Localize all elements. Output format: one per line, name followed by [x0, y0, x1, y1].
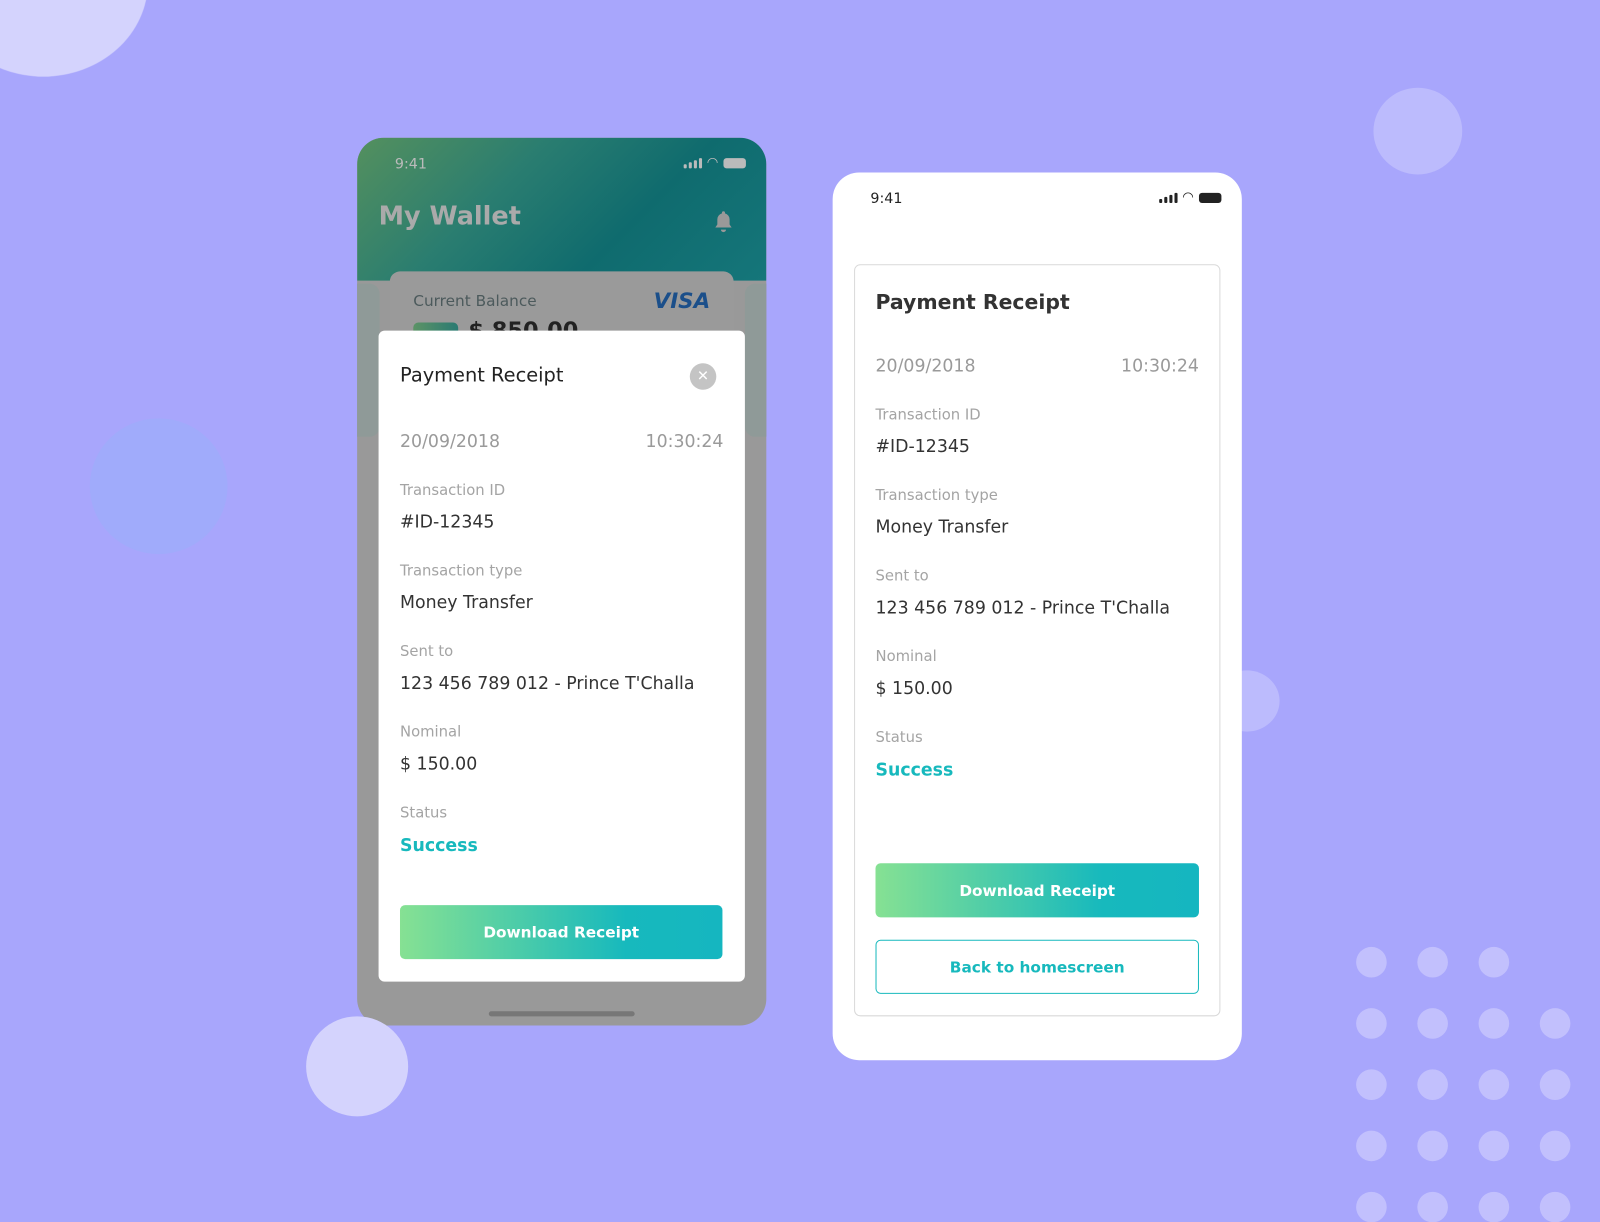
- close-icon: ✕: [697, 368, 710, 385]
- decor-circle: [89, 418, 228, 555]
- home-indicator: [488, 1011, 635, 1017]
- decor-dot: [1478, 1130, 1510, 1162]
- wifi-icon: ◠: [1182, 189, 1194, 206]
- receipt-modal: Payment Receipt ✕ 20/09/2018 10:30:24 Tr…: [378, 330, 745, 982]
- download-receipt-button[interactable]: Download Receipt: [875, 863, 1199, 918]
- status-icons: ◠: [1158, 189, 1222, 206]
- transaction-id-label: Transaction ID: [875, 407, 981, 424]
- nominal-label: Nominal: [399, 724, 462, 741]
- decor-circle: [306, 1016, 409, 1117]
- decor-circle: [1373, 87, 1463, 175]
- decor-dot: [1417, 1069, 1448, 1100]
- decor-dot: [1356, 1191, 1387, 1222]
- decor-dot: [1539, 1130, 1571, 1162]
- receipt-time: 10:30:24: [645, 431, 724, 453]
- decor-dot: [1478, 1191, 1510, 1222]
- decor-dot: [1478, 1069, 1510, 1100]
- status-label: Status: [875, 729, 923, 746]
- decor-dot: [1417, 1191, 1448, 1222]
- decor-dot: [1356, 1130, 1387, 1162]
- receipt-time: 10:30:24: [1121, 356, 1199, 377]
- transaction-id-label: Transaction ID: [399, 482, 506, 499]
- sent-to-label: Sent to: [399, 643, 454, 661]
- decor-dot: [1417, 1008, 1448, 1039]
- header-title: My Wallet: [378, 201, 521, 231]
- decor-dot: [1478, 1008, 1510, 1039]
- receipt-date: 20/09/2018: [875, 356, 976, 377]
- decor-dot: [1417, 946, 1448, 978]
- download-receipt-button[interactable]: Download Receipt: [399, 905, 723, 960]
- status-value: Success: [875, 760, 954, 781]
- transaction-id-value: #ID-12345: [399, 512, 495, 533]
- side-card-left: [357, 283, 380, 437]
- wifi-icon: ◠: [706, 155, 719, 171]
- visa-logo: VISA: [653, 288, 711, 314]
- signal-icon: [683, 158, 702, 169]
- decor-dot: [1417, 1130, 1448, 1162]
- decor-dot: [1356, 1008, 1387, 1039]
- sent-to-label: Sent to: [875, 568, 929, 585]
- status-label: Status: [399, 805, 448, 822]
- transaction-type-value: Money Transfer: [399, 592, 533, 614]
- receipt-date: 20/09/2018: [399, 431, 500, 453]
- balance-label: Current Balance: [413, 291, 537, 311]
- decor-dot: [1356, 946, 1387, 978]
- receipt-title: Payment Receipt: [875, 289, 1070, 315]
- back-to-homescreen-button[interactable]: Back to homescreen: [875, 939, 1199, 994]
- status-icons: ◠: [683, 155, 746, 171]
- bell-icon[interactable]: [713, 209, 733, 233]
- battery-icon: [1198, 192, 1222, 204]
- modal-title: Payment Receipt: [399, 364, 564, 387]
- receipt-card: Payment Receipt 20/09/2018 10:30:24 Tran…: [854, 264, 1221, 1017]
- wallet-screen-with-modal: 9:41 ◠ My Wallet Current Balance VISA $ …: [357, 137, 767, 1026]
- transaction-type-label: Transaction type: [875, 487, 998, 505]
- decor-dot: [1539, 1069, 1571, 1100]
- decor-dot: [1478, 946, 1510, 978]
- nominal-value: $ 150.00: [399, 754, 478, 775]
- decor-dot: [1539, 1191, 1571, 1222]
- side-card-right: [744, 283, 767, 437]
- status-value: Success: [399, 835, 478, 857]
- status-time: 9:41: [870, 190, 903, 208]
- transaction-type-label: Transaction type: [399, 563, 523, 580]
- decor-dot: [1356, 1069, 1387, 1100]
- status-time: 9:41: [394, 156, 427, 173]
- nominal-value: $ 150.00: [875, 678, 953, 699]
- transaction-type-value: Money Transfer: [875, 517, 1009, 538]
- receipt-screen: 9:41 ◠ Payment Receipt 20/09/2018 10:30:…: [832, 172, 1242, 1061]
- nominal-label: Nominal: [875, 648, 937, 666]
- battery-icon: [723, 158, 746, 169]
- sent-to-value: 123 456 789 012 - Prince T'Challa: [399, 673, 695, 694]
- transaction-id-value: #ID-12345: [875, 436, 970, 458]
- canvas: 9:41 ◠ My Wallet Current Balance VISA $ …: [0, 0, 1600, 1222]
- decor-dot: [1539, 1008, 1571, 1039]
- signal-icon: [1158, 192, 1178, 204]
- decor-circle: [0, 0, 148, 77]
- sent-to-value: 123 456 789 012 - Prince T'Challa: [875, 597, 1170, 619]
- close-button[interactable]: ✕: [689, 363, 717, 390]
